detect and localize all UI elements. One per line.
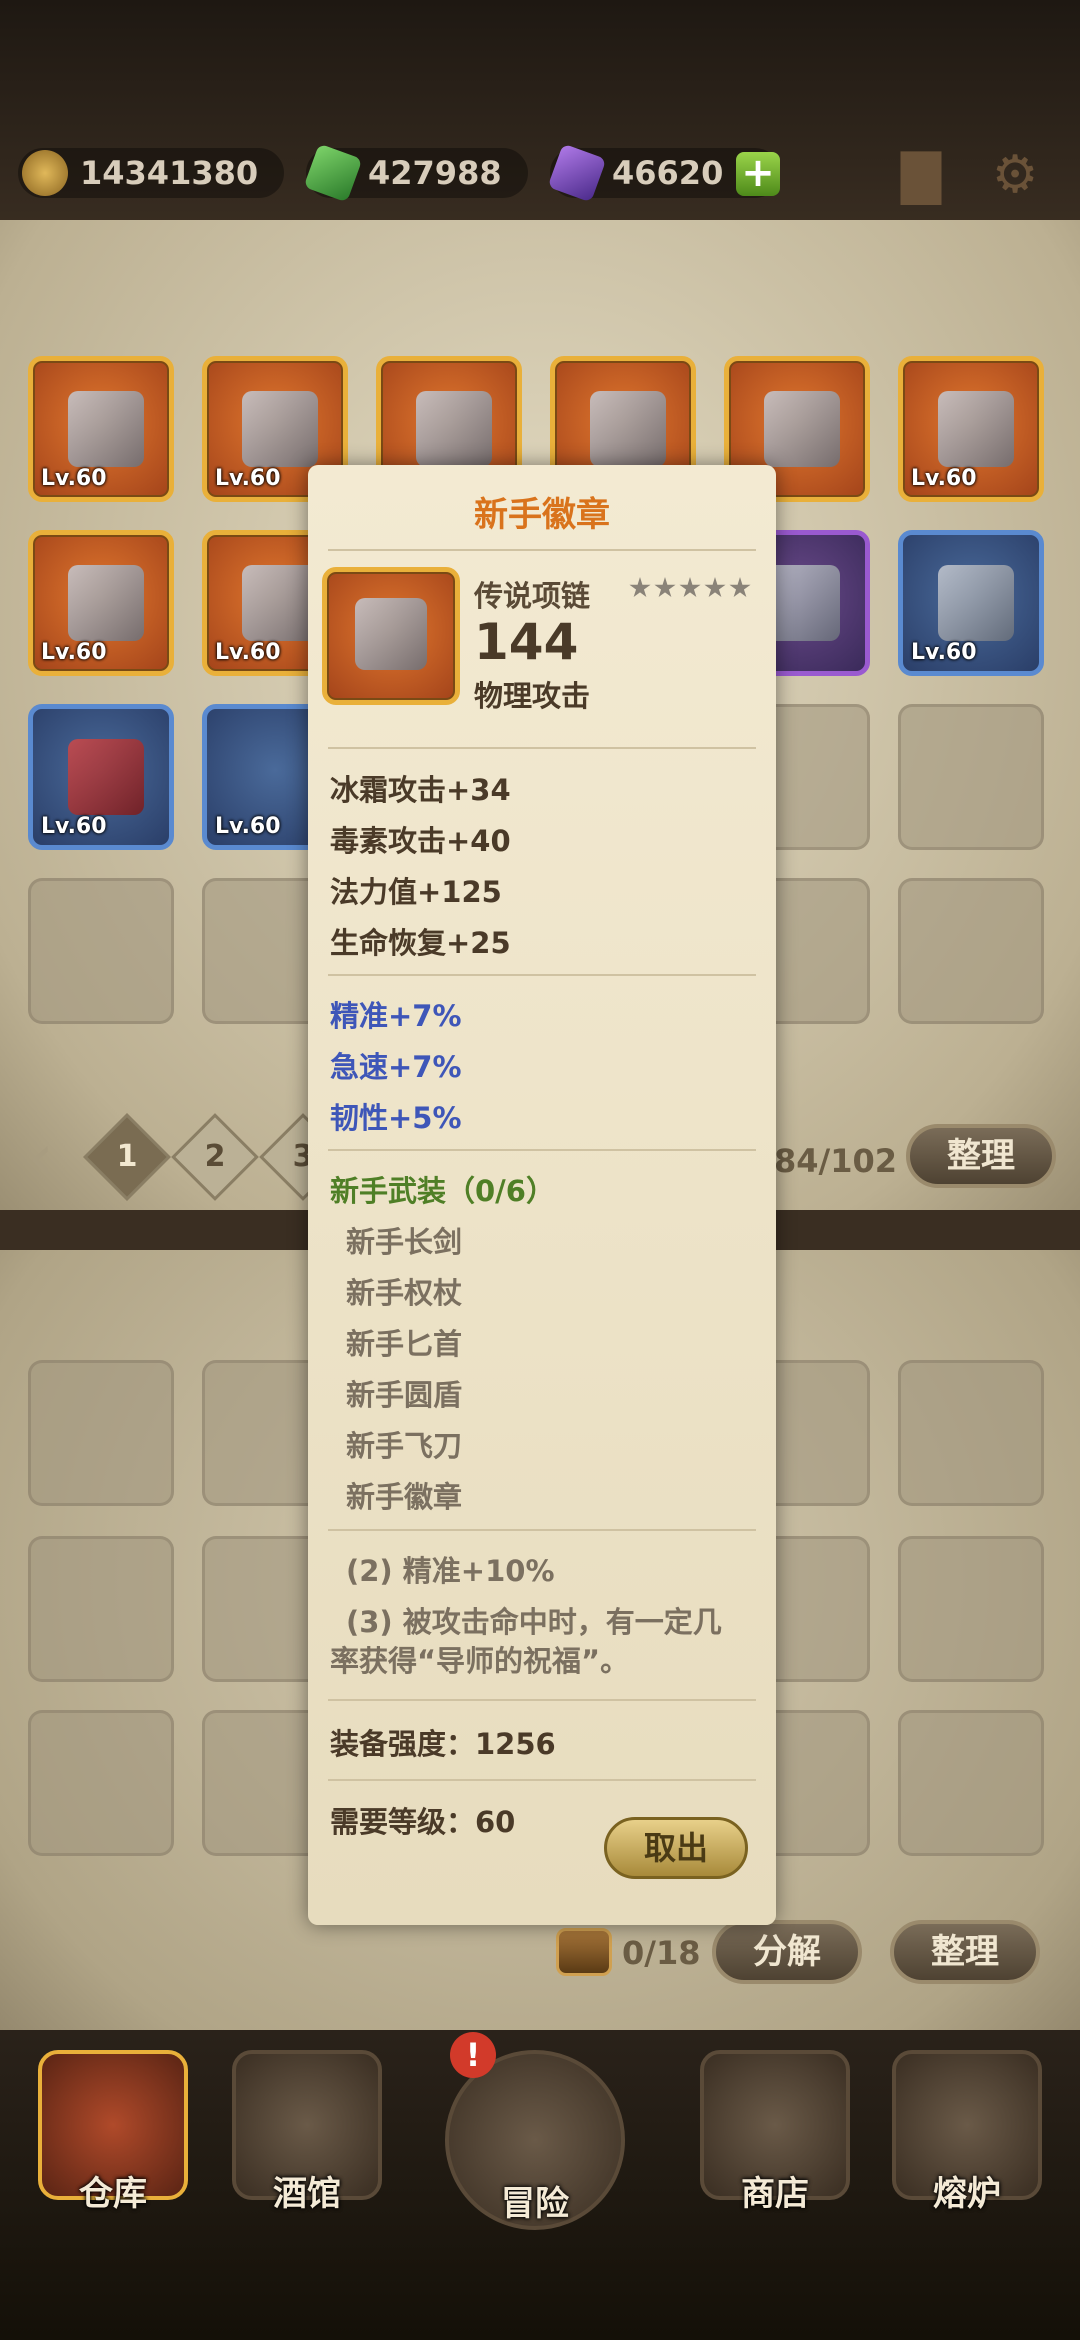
storage-capacity: 0/18 [622, 1934, 701, 1972]
star-icon [629, 577, 651, 598]
inventory-item-slot[interactable]: Lv.60 [28, 356, 174, 502]
necklace-icon [355, 598, 427, 670]
alert-badge-icon: ! [450, 2032, 496, 2078]
set-item: 新手圆盾 [346, 1378, 463, 1412]
bonus-stat: 韧性+5% [330, 1101, 462, 1135]
amulet-icon [938, 391, 1014, 467]
divider [328, 1699, 756, 1701]
horn-icon [242, 565, 318, 641]
prev-page-arrow-icon[interactable]: ‹ [28, 1126, 54, 1190]
set-bonus-3: (3) 被攻击命中时，有一定几 [346, 1605, 722, 1639]
nav-shop[interactable]: 商店 [680, 2050, 870, 2260]
spellbook-icon [68, 739, 144, 815]
treasure-chest-icon [556, 1928, 612, 1976]
set-item: 新手徽章 [346, 1480, 463, 1514]
decompose-button[interactable]: 分解 [712, 1920, 862, 1984]
green-gem-amount: 427988 [368, 154, 502, 192]
set-item: 新手飞刀 [346, 1429, 463, 1463]
inventory-empty-slot[interactable] [28, 878, 174, 1024]
divider [328, 1779, 756, 1781]
purple-gem-amount: 46620 [612, 154, 724, 192]
bonus-stat: 精准+7% [330, 999, 462, 1033]
storage-empty-slot[interactable] [28, 1536, 174, 1682]
storage-empty-slot[interactable] [28, 1360, 174, 1506]
equipment-power: 装备强度：1256 [330, 1727, 556, 1761]
gold-amount: 14341380 [80, 154, 259, 192]
dagger-icon [242, 391, 318, 467]
nav-warehouse[interactable]: 仓库 [18, 2050, 208, 2260]
base-stat: 冰霜攻击+34 [330, 773, 511, 807]
inventory-empty-slot[interactable] [898, 704, 1044, 850]
star-icon [654, 577, 676, 598]
star-rating [626, 577, 751, 603]
inventory-sort-button[interactable]: 整理 [906, 1124, 1056, 1188]
set-name: 新手武装（0/6） [330, 1174, 555, 1208]
set-bonus-3-cont: 率获得“导师的祝福”。 [330, 1644, 630, 1678]
set-item: 新手长剑 [346, 1225, 463, 1259]
storage-sort-button[interactable]: 整理 [890, 1920, 1040, 1984]
star-icon [704, 577, 726, 598]
divider [328, 1149, 756, 1151]
base-stat: 毒素攻击+40 [330, 824, 511, 858]
set-bonus-2: (2) 精准+10% [346, 1554, 555, 1588]
gold-coin-icon [22, 150, 68, 196]
required-level: 需要等级：60 [330, 1805, 516, 1839]
nav-furnace[interactable]: 熔炉 [872, 2050, 1062, 2260]
nav-adventure[interactable]: 冒险 [440, 2050, 630, 2260]
storage-empty-slot[interactable] [898, 1360, 1044, 1506]
nav-tavern[interactable]: 酒馆 [212, 2050, 402, 2260]
bonus-stat: 急速+7% [330, 1050, 462, 1084]
sword-icon [68, 391, 144, 467]
storage-empty-slot[interactable] [28, 1710, 174, 1856]
set-item: 新手权杖 [346, 1276, 463, 1310]
green-gem-counter: 427988 [303, 143, 528, 203]
star-icon [729, 577, 751, 598]
throwing-knife-icon [764, 391, 840, 467]
necklace-icon [68, 565, 144, 641]
inventory-item-slot[interactable]: Lv.60 [28, 704, 174, 850]
item-type: 传说项链 [474, 579, 591, 613]
divider [328, 974, 756, 976]
gear-icon[interactable]: ⚙ [986, 146, 1044, 204]
star-icon [679, 577, 701, 598]
item-value: 144 [474, 613, 579, 671]
item-title: 新手徽章 [474, 495, 610, 535]
item-value-type: 物理攻击 [474, 679, 591, 713]
divider [328, 1529, 756, 1531]
divider [328, 549, 756, 551]
add-gem-button[interactable]: + [736, 152, 780, 196]
base-stat: 生命恢复+25 [330, 926, 511, 960]
divider [328, 747, 756, 749]
inventory-item-slot[interactable]: Lv.60 [898, 530, 1044, 676]
base-stat: 法力值+125 [330, 875, 502, 909]
tome-icon [938, 565, 1014, 641]
item-detail-popup: 新手徽章 传说项链 144 物理攻击 冰霜攻击+34 毒素攻击+40 法力值+1… [308, 465, 776, 1925]
scepter-icon [416, 391, 492, 467]
set-item: 新手匕首 [346, 1327, 463, 1361]
inventory-empty-slot[interactable] [898, 878, 1044, 1024]
inventory-capacity: 84/102 [774, 1142, 898, 1180]
book-icon[interactable]: ▇ [892, 146, 950, 204]
gold-counter: 14341380 [18, 148, 284, 198]
storage-empty-slot[interactable] [898, 1536, 1044, 1682]
storage-empty-slot[interactable] [898, 1710, 1044, 1856]
shield-icon [590, 391, 666, 467]
inventory-item-slot[interactable]: Lv.60 [898, 356, 1044, 502]
inventory-item-slot[interactable]: Lv.60 [28, 530, 174, 676]
item-portrait [322, 567, 460, 705]
withdraw-button[interactable]: 取出 [604, 1817, 748, 1879]
